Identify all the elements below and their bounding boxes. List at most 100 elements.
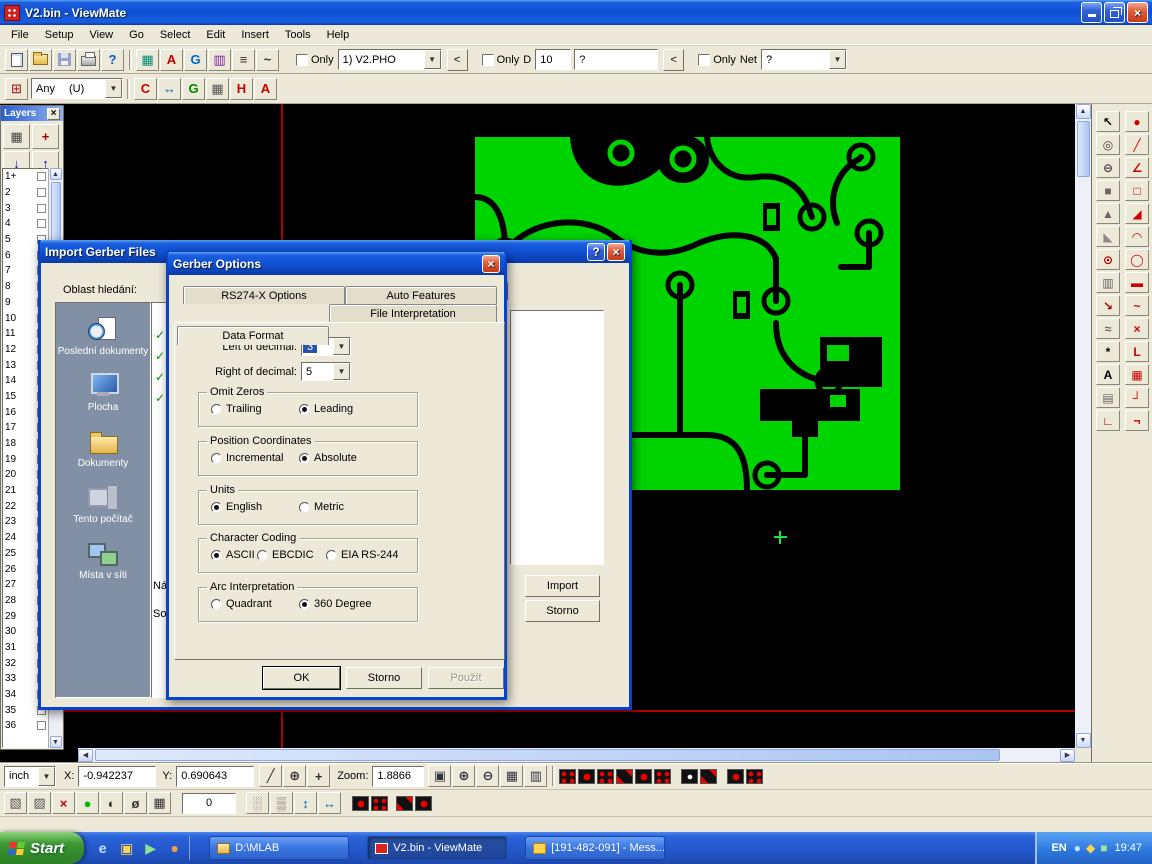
zoom-value-field[interactable]: 1.8866 xyxy=(372,766,424,787)
cursor-select-icon[interactable]: ↖ xyxy=(1096,111,1120,132)
origin-target-icon[interactable]: ⊕ xyxy=(283,765,306,787)
chevron-down-icon[interactable]: ▼ xyxy=(424,50,441,69)
rotate-c-icon[interactable]: C xyxy=(134,78,157,100)
layer-row[interactable]: 2 xyxy=(3,185,48,201)
list-icon[interactable]: ≡ xyxy=(232,49,255,71)
dialog-close-icon[interactable]: × xyxy=(482,255,500,273)
gerber-dialog-titlebar[interactable]: Gerber Options × xyxy=(168,252,505,275)
scroll-up-icon[interactable]: ▲ xyxy=(1076,104,1091,119)
place-desktop[interactable]: Plocha xyxy=(56,367,150,419)
delete-red-icon[interactable]: × xyxy=(52,792,75,814)
grid-icon[interactable]: ▦ xyxy=(500,765,523,787)
pad-display-icon[interactable] xyxy=(415,796,432,811)
pad-display-icon[interactable] xyxy=(746,769,763,784)
layer-row[interactable]: 4 xyxy=(3,216,48,232)
dialog-help-icon[interactable]: ? xyxy=(587,243,605,261)
task-messenger[interactable]: [191-482-091] - Mess... xyxy=(525,836,665,860)
zoom-in-icon[interactable]: ⊕ xyxy=(452,765,475,787)
restore-button[interactable] xyxy=(1104,2,1125,23)
star-icon[interactable]: * xyxy=(1096,341,1120,362)
dcode-value-field[interactable]: 10 xyxy=(535,49,571,70)
place-network[interactable]: Místa v síti xyxy=(56,535,150,587)
layers-swap-icon[interactable]: + xyxy=(32,124,59,149)
pad-display-icon[interactable] xyxy=(352,796,369,811)
layer-color-box[interactable] xyxy=(37,721,46,730)
rect-outline-icon[interactable]: □ xyxy=(1125,180,1149,201)
layer-color-box[interactable] xyxy=(37,188,46,197)
menu-file[interactable]: File xyxy=(3,27,37,43)
net-combo[interactable]: ? ▼ xyxy=(761,49,847,70)
move-diag-icon[interactable]: ↘ xyxy=(1096,295,1120,316)
scroll-left-icon[interactable]: ◀ xyxy=(78,749,93,762)
menu-tools[interactable]: Tools xyxy=(277,27,319,43)
zoom-out-icon[interactable]: ⊖ xyxy=(476,765,499,787)
layer-row[interactable]: 36 xyxy=(3,718,48,734)
angle-icon[interactable]: ∠ xyxy=(1125,157,1149,178)
pad-triangle-icon[interactable]: ▲ xyxy=(1096,203,1120,224)
wedge-icon[interactable]: ◢ xyxy=(1125,203,1149,224)
layers-grid-icon[interactable]: ▦ xyxy=(3,124,30,149)
tab-rs274x-options[interactable]: RS274-X Options xyxy=(183,286,345,304)
dialog-close-icon[interactable]: × xyxy=(607,243,625,261)
menu-select[interactable]: Select xyxy=(152,27,199,43)
circle-tool-icon[interactable]: ◯ xyxy=(1125,249,1149,270)
layers-close-icon[interactable]: × xyxy=(47,108,60,120)
wave-icon[interactable]: ~ xyxy=(256,49,279,71)
place-recent-documents[interactable]: Poslední dokumenty xyxy=(56,311,150,363)
pad-display-icon[interactable] xyxy=(654,769,671,784)
layers-palette-titlebar[interactable]: Layers × xyxy=(1,106,63,121)
chevron-down-icon[interactable]: ▼ xyxy=(829,50,846,69)
right-of-decimal-combo[interactable]: 5 ▼ xyxy=(301,362,351,381)
radio-circle[interactable] xyxy=(299,404,310,415)
task-mlab-folder[interactable]: D:\MLAB xyxy=(209,836,349,860)
grid-dots-icon[interactable]: ▥ xyxy=(524,765,547,787)
layer-row[interactable]: 3 xyxy=(3,200,48,216)
squiggle-icon[interactable]: ~ xyxy=(1125,295,1149,316)
pad-display-icon[interactable] xyxy=(396,796,413,811)
pad-display-icon[interactable] xyxy=(616,769,633,784)
h-mode-icon[interactable]: H xyxy=(230,78,253,100)
bar-icon[interactable]: ▬ xyxy=(1125,272,1149,293)
layer-row[interactable]: 1+ xyxy=(3,169,48,185)
units-combo[interactable]: inch ▼ xyxy=(4,766,56,787)
new-file-icon[interactable] xyxy=(5,49,28,71)
dcode-grid-icon[interactable]: ▦ xyxy=(136,49,159,71)
radio-circle[interactable] xyxy=(257,550,268,561)
pad-display-icon[interactable] xyxy=(597,769,614,784)
radio-circle[interactable] xyxy=(299,502,310,513)
radio-circle[interactable] xyxy=(211,550,222,561)
pad-display-icon[interactable] xyxy=(578,769,595,784)
probe-icon[interactable]: ø xyxy=(124,792,147,814)
task-viewmate[interactable]: V2.bin - ViewMate xyxy=(367,836,507,860)
measure-diagonal-icon[interactable]: ╱ xyxy=(259,765,282,787)
lamp-icon[interactable]: ◐ xyxy=(100,792,123,814)
hatch-rect-icon[interactable]: ▥ xyxy=(1096,272,1120,293)
chevron-down-icon[interactable]: ▼ xyxy=(333,338,350,355)
open-file-icon[interactable] xyxy=(29,49,52,71)
selection-mode-icon[interactable]: ⊞ xyxy=(5,78,28,100)
pad-display-icon[interactable] xyxy=(700,769,717,784)
tray-info-icon[interactable]: ● xyxy=(1074,842,1081,854)
y-coordinate-field[interactable]: 0.690643 xyxy=(176,766,254,787)
file-check[interactable]: ✓ xyxy=(155,371,165,383)
menu-go[interactable]: Go xyxy=(121,27,152,43)
menu-insert[interactable]: Insert xyxy=(233,27,277,43)
object-filter-combo[interactable]: Any(U) ▼ xyxy=(31,78,123,99)
prev-dcode-button[interactable]: < xyxy=(663,49,684,71)
tab-auto-features[interactable]: Auto Features xyxy=(345,286,497,304)
radio-metric[interactable]: Metric xyxy=(299,501,344,513)
layer-color-box[interactable] xyxy=(37,172,46,181)
menu-view[interactable]: View xyxy=(81,27,121,43)
swap-icon[interactable]: ↔ xyxy=(158,78,181,100)
zoom-window-icon[interactable]: ▣ xyxy=(428,765,451,787)
close-button[interactable]: × xyxy=(1127,2,1148,23)
pad-display-icon[interactable] xyxy=(681,769,698,784)
radio-circle[interactable] xyxy=(299,599,310,610)
radio-leading[interactable]: Leading xyxy=(299,403,353,415)
menu-setup[interactable]: Setup xyxy=(37,27,82,43)
radio-circle[interactable] xyxy=(211,404,222,415)
grid-mode-icon[interactable]: ▦ xyxy=(206,78,229,100)
x-coordinate-field[interactable]: -0.942237 xyxy=(78,766,156,787)
ok-button[interactable]: OK xyxy=(263,667,340,689)
dot-grid-icon[interactable]: ░ xyxy=(246,792,269,814)
